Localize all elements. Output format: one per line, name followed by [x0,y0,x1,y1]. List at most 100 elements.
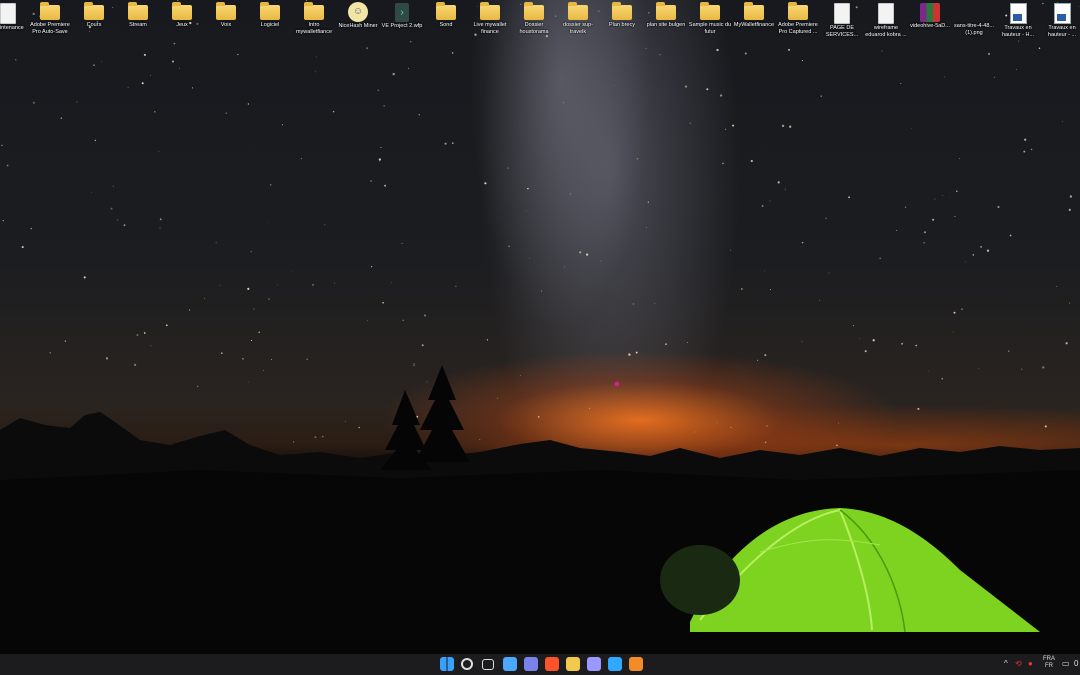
desktop-icon-label: Sond [439,22,453,28]
desktop-icon[interactable]: Jeux [160,2,204,29]
desktop-wallpaper: maintenance Adobe Premiere Pro Auto-Save C… [0,0,1080,654]
folder-icon [480,2,500,20]
desktop-icon[interactable]: Plan brecy [600,2,644,29]
task-view-icon[interactable] [482,659,494,670]
file-icon [1009,3,1027,24]
file-icon [0,3,16,24]
folder-icon [172,2,192,20]
desktop-icon[interactable]: PAGE DE SERVICES... [820,2,864,38]
desktop-icons: maintenance Adobe Premiere Pro Auto-Save C… [0,0,1080,48]
desktop-icon[interactable]: wireframe eduarod kobra ... [864,2,908,38]
brave-icon[interactable] [545,657,559,671]
folder-icon [744,2,764,20]
desktop-icon[interactable]: Stream [116,2,160,29]
start-icon[interactable] [440,657,454,671]
tray-overflow-chevron[interactable]: ^ [1004,659,1008,669]
folder-icon [436,2,456,20]
desktop-icon[interactable]: Sond [424,2,468,29]
desktop-icon[interactable]: Adobe Premiere Pro Captured ... [776,2,820,35]
desktop-icon-label: NiceHash Miner [338,23,378,29]
desktop-icon-label: sans-titre-4-48... (1).png [953,23,995,36]
folder-icon [568,2,588,20]
search-icon[interactable] [461,658,473,670]
file-icon [967,3,981,22]
vlc-icon[interactable] [629,657,643,671]
desktop-icon-label: Intro mywalletfiance [295,22,333,35]
desktop-icon[interactable]: Cours [72,2,116,29]
desktop-icon[interactable]: Live mywallet finance [468,2,512,35]
desktop-icon-label: dossier sup-travelk [563,22,593,35]
landscape-scene [0,365,1080,654]
desktop-icon[interactable]: sans-titre-4-48... (1).png [952,2,996,36]
folder-icon [40,2,60,20]
desktop-icon-label: MyWalletfinance [733,22,775,28]
desktop-icon-label: VE Project 2.wfp [381,23,423,29]
tray-app-icon[interactable]: ⟲ [1015,659,1022,669]
desktop-icon-label: Travaux en hauteur - ... [1047,25,1077,38]
file-icon [1053,3,1071,24]
desktop-icon-label: PAGE DE SERVICES... [825,25,859,38]
folder-icon [216,2,236,20]
desktop-icon[interactable]: Dossier houstorama [512,2,556,35]
folder-icon [788,2,808,20]
desktop-icon-label: wireframe eduarod kobra ... [865,25,907,38]
folder-icon [700,2,720,20]
file-icon [834,3,850,24]
desktop-icon-label: Stream [129,22,147,28]
desktop-icon-label: plan site bulgen [646,22,686,28]
desktop-icon[interactable]: Travaux en hauteur - ... [1040,2,1080,38]
desktop-icon-label: Travaux en hauteur - H... [1001,25,1035,38]
pine-trees [380,365,470,470]
microphone-icon[interactable]: ● [1028,659,1033,669]
desktop-icon-label: Cours [86,22,102,28]
archive-icon [920,3,940,22]
app-icon: ☺ [348,2,368,22]
desktop-icon-label: videohive-5aD... [910,23,950,29]
desktop-icon[interactable]: Voix [204,2,248,29]
keyboard-layout: FR [1045,663,1053,669]
file-icon [878,3,894,24]
file-explorer-icon[interactable] [566,657,580,671]
desktop-icon[interactable]: Intro mywalletfiance [292,2,336,35]
folder-icon [84,2,104,20]
desktop-icon[interactable]: dossier sup-travelk [556,2,600,35]
folder-icon [128,2,148,20]
desktop-icon[interactable]: ☺ NiceHash Miner [336,2,380,30]
desktop-icon[interactable]: MyWalletfinance [732,2,776,29]
desktop-icon-label: maintenance [0,25,24,31]
folder-icon [612,2,632,20]
language-code: FRA [1043,656,1055,662]
widgets-icon[interactable] [503,657,517,671]
language-indicator[interactable]: FRA FR [1042,656,1056,670]
desktop-icon[interactable]: videohive-5aD... [908,2,952,30]
desktop-icon-label: Adobe Premiere Pro Auto-Save [30,22,70,35]
clock-partial[interactable]: 0 [1074,659,1078,669]
desktop-icon[interactable]: › VE Project 2.wfp [380,2,424,30]
taskbar: ^ ⟲ ● FRA FR ▭ 0 [0,654,1080,675]
desktop-icon[interactable]: plan site bulgen [644,2,688,29]
cursor-dot [614,381,620,387]
desktop-icon-label: Live mywallet finance [473,22,507,35]
desktop-icon[interactable]: Logiciel [248,2,292,29]
premiere-pro-icon[interactable] [587,657,601,671]
chat-icon[interactable] [524,657,538,671]
desktop-icon-label: Logiciel [260,22,280,28]
bush-silhouette [660,545,740,615]
desktop-icon[interactable]: Sample music du futur [688,2,732,35]
desktop-icon[interactable]: Travaux en hauteur - H... [996,2,1040,38]
file-icon: › [395,3,409,22]
photoshop-icon[interactable] [608,657,622,671]
desktop-icon-label: Sample music du futur [688,22,732,35]
desktop-icon[interactable]: Adobe Premiere Pro Auto-Save [28,2,72,35]
folder-icon [524,2,544,20]
network-icon[interactable]: ▭ [1062,659,1070,669]
desktop-icon-label: Adobe Premiere Pro Captured ... [778,22,818,35]
folder-icon [656,2,676,20]
desktop-icon[interactable]: maintenance [0,2,30,32]
desktop-icon-label: Jeux [176,22,188,28]
desktop-icon-label: Plan brecy [609,22,635,28]
folder-icon [304,2,324,20]
desktop-icon-label: Voix [220,22,232,28]
folder-icon [260,2,280,20]
desktop-icon-label: Dossier houstorama [519,22,549,35]
